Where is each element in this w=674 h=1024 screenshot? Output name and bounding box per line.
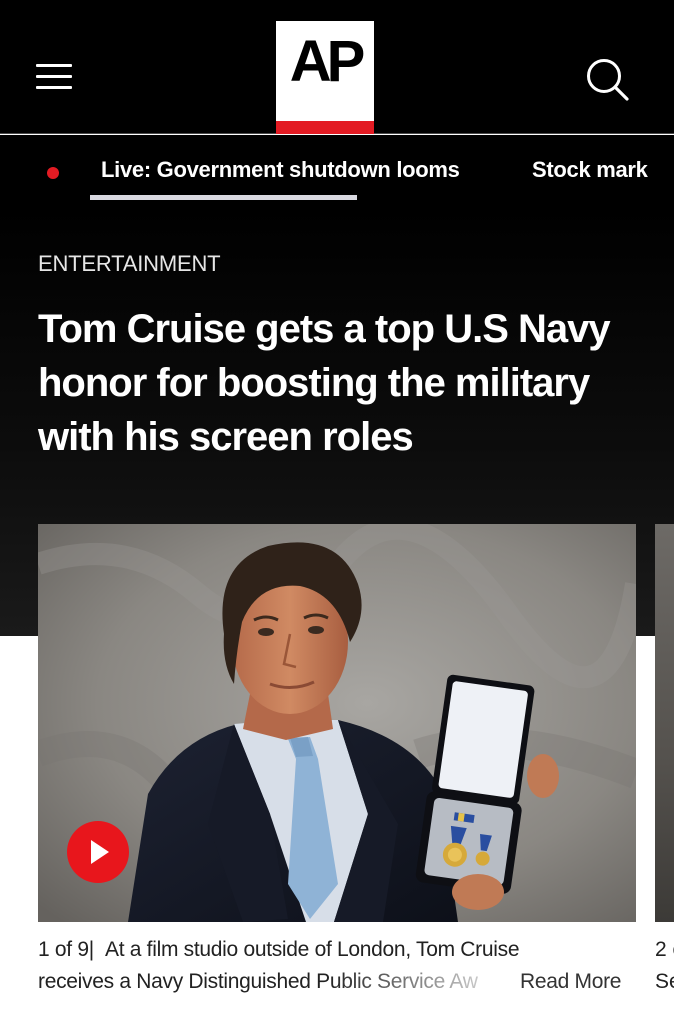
gallery-counter: 1 of 9 <box>38 938 89 961</box>
next-gallery-photo[interactable] <box>655 524 674 922</box>
caption-text-2: receives a Navy Distinguished Public Ser… <box>38 970 478 993</box>
logo-red-bar <box>276 121 374 134</box>
article-headline: Tom Cruise gets a top U.S Navy honor for… <box>38 307 611 459</box>
next-photo-caption: 2 o Se <box>655 934 674 998</box>
caption-line-1: 1 of 9| At a film studio outside of Lond… <box>38 938 520 961</box>
caption-text-1: At a film studio outside of London, Tom … <box>104 938 520 961</box>
trending-item-live[interactable]: Live: Government shutdown looms <box>101 157 460 183</box>
play-icon[interactable] <box>67 821 129 883</box>
gallery-photo[interactable] <box>38 524 636 922</box>
trending-item-stocks[interactable]: Stock mark <box>532 157 648 183</box>
read-more-link[interactable]: Read More <box>520 966 621 998</box>
next-caption-line-1: 2 o <box>655 938 674 961</box>
logo-text: AP <box>289 29 366 94</box>
live-indicator-icon <box>47 167 59 179</box>
search-icon[interactable] <box>583 56 631 102</box>
section-label[interactable]: ENTERTAINMENT <box>38 251 221 277</box>
menu-line <box>36 64 72 67</box>
ap-logo[interactable]: AP <box>276 21 374 134</box>
gallery-photo-image <box>38 524 636 922</box>
hamburger-menu-icon[interactable] <box>36 62 74 94</box>
photo-caption: 1 of 9| At a film studio outside of Lond… <box>38 934 638 998</box>
next-caption-line-2: Se <box>655 970 674 993</box>
caption-line-2: receives a Navy Distinguished Public Ser… <box>38 966 638 998</box>
trending-nav: Live: Government shutdown looms Stock ma… <box>0 135 674 207</box>
menu-line <box>36 75 72 78</box>
menu-line <box>36 86 72 89</box>
top-bar: AP <box>0 0 674 134</box>
active-tab-underline <box>90 195 357 200</box>
